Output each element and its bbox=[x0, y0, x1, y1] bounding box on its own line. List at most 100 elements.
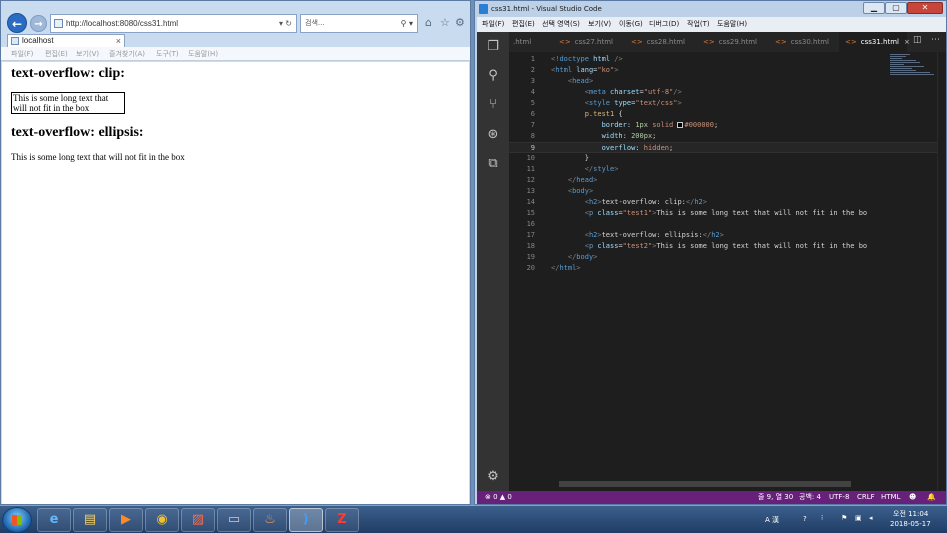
notification-bell-icon[interactable]: 🔔 bbox=[927, 491, 936, 504]
desktop: ← → http://localhost:8080/css31.html ▾ ↻… bbox=[0, 0, 947, 533]
network-icon[interactable]: ▣ bbox=[855, 514, 862, 522]
tab-localhost[interactable]: localhost × bbox=[7, 34, 125, 47]
tab-css27[interactable]: <> css27.html bbox=[551, 32, 623, 52]
internet-explorer-icon[interactable]: e bbox=[37, 508, 71, 532]
menu-file[interactable]: 파일(F) bbox=[11, 47, 33, 61]
paragraph-test2: This is some long text that will not fit… bbox=[11, 152, 185, 162]
code-line: 14 <h2>text-overflow: clip:</h2> bbox=[526, 198, 707, 206]
search-input[interactable]: 검색... ⚲ ▾ bbox=[300, 14, 418, 33]
system-tray: A 漢 ? ⁝ ⚑ ▣ ◂ 오전 11:04 2018-05-17 bbox=[765, 509, 945, 531]
page-content: text-overflow: clip: This is some long t… bbox=[2, 62, 469, 504]
code-line: 6 p.test1 { bbox=[530, 110, 623, 118]
heading-clip: text-overflow: clip: bbox=[11, 66, 125, 81]
address-url: http://localhost:8080/css31.html bbox=[66, 19, 179, 28]
menu-view[interactable]: 보기(V) bbox=[588, 17, 611, 32]
menu-favorites[interactable]: 즐겨찾기(A) bbox=[109, 47, 145, 61]
encoding-status[interactable]: UTF-8 bbox=[829, 491, 849, 504]
code-line: 10 } bbox=[526, 154, 589, 162]
clock-date[interactable]: 2018-05-17 bbox=[890, 520, 931, 528]
problems-indicator[interactable]: ⊗ 0 ▲ 0 bbox=[485, 491, 512, 504]
media-player-icon[interactable]: ▶ bbox=[109, 508, 143, 532]
editor-tab-bar: .html <> css27.html <> css28.html <> css29.… bbox=[509, 32, 946, 52]
explorer-files-icon[interactable]: ❐ bbox=[485, 39, 501, 55]
html-file-icon: <> bbox=[559, 38, 571, 46]
horizontal-scrollbar[interactable] bbox=[559, 481, 851, 487]
close-window-button[interactable]: ✕ bbox=[907, 2, 943, 14]
menu-file[interactable]: 파일(F) bbox=[482, 17, 504, 32]
html-file-icon: <> bbox=[631, 38, 643, 46]
tab-label: css30.html bbox=[790, 38, 829, 46]
menu-view[interactable]: 보기(V) bbox=[76, 47, 99, 61]
menu-tasks[interactable]: 작업(T) bbox=[687, 17, 710, 32]
forward-button[interactable]: → bbox=[30, 15, 47, 32]
more-actions-icon[interactable]: ⋯ bbox=[931, 35, 940, 45]
paint-app-icon[interactable]: ▨ bbox=[181, 508, 215, 532]
search-icon[interactable]: ⚲ ▾ bbox=[401, 15, 413, 32]
menu-help[interactable]: 도움말(H) bbox=[717, 17, 747, 32]
close-icon[interactable]: × bbox=[904, 38, 910, 46]
split-editor-icon[interactable]: ◫ bbox=[913, 35, 922, 45]
feedback-smiley-icon[interactable]: ☻ bbox=[909, 491, 916, 504]
menu-selection[interactable]: 선택 영역(S) bbox=[542, 17, 580, 32]
help-icon[interactable]: ? bbox=[803, 515, 807, 523]
tab-css29[interactable]: <> css29.html bbox=[695, 32, 767, 52]
heading-ellipsis: text-overflow: ellipsis: bbox=[11, 125, 144, 140]
extensions-icon[interactable]: ⧉ bbox=[485, 156, 501, 172]
menu-go[interactable]: 이동(G) bbox=[619, 17, 643, 32]
eol-status[interactable]: CRLF bbox=[857, 491, 875, 504]
close-icon[interactable]: × bbox=[116, 35, 121, 47]
cursor-position[interactable]: 줄 9, 열 30 bbox=[758, 491, 793, 504]
ime-indicator[interactable]: A 漢 bbox=[765, 515, 779, 525]
search-icon[interactable]: ⚲ bbox=[485, 68, 501, 84]
visual-studio-code-icon[interactable]: ⟩ bbox=[289, 508, 323, 532]
code-line: 15 <p class="test1">This is some long te… bbox=[526, 209, 868, 217]
tab-label: css29.html bbox=[718, 38, 757, 46]
start-button[interactable] bbox=[2, 507, 32, 533]
gear-icon[interactable]: ⚙ bbox=[455, 16, 465, 29]
page-icon bbox=[54, 19, 63, 28]
vscode-workbench: ❐ ⚲ ⑂ ⊛ ⧉ ⚙ .html <> css27.html <> css28.h… bbox=[477, 32, 946, 491]
debug-icon[interactable]: ⊛ bbox=[485, 127, 501, 143]
tab-css30[interactable]: <> css30.html bbox=[767, 32, 839, 52]
minimap[interactable] bbox=[890, 54, 936, 82]
chrome-icon[interactable]: ◉ bbox=[145, 508, 179, 532]
file-explorer-icon[interactable]: ▤ bbox=[73, 508, 107, 532]
gear-icon[interactable]: ⚙ bbox=[485, 469, 501, 485]
minimize-button[interactable]: ▁ bbox=[863, 2, 885, 14]
address-bar[interactable]: http://localhost:8080/css31.html ▾ ↻ bbox=[50, 14, 297, 33]
flag-icon[interactable]: ⚑ bbox=[841, 514, 847, 522]
code-editor[interactable]: 1 <!doctype html /> 2 <html lang="ko"> 3 <… bbox=[509, 52, 946, 491]
menu-edit[interactable]: 편집(E) bbox=[45, 47, 68, 61]
paragraph-test1: This is some long text that will not fit… bbox=[11, 92, 125, 114]
page-icon bbox=[11, 37, 19, 45]
clock-time[interactable]: 오전 11:04 bbox=[893, 509, 928, 519]
menu-debug[interactable]: 디버그(D) bbox=[649, 17, 679, 32]
ie-tab-row: localhost × bbox=[1, 34, 470, 47]
indentation-status[interactable]: 공백: 4 bbox=[799, 491, 821, 504]
volume-icon[interactable]: ◂ bbox=[869, 514, 873, 522]
tab-label: css31.html bbox=[860, 38, 899, 46]
tab-html[interactable]: .html bbox=[511, 32, 551, 52]
command-prompt-icon[interactable]: ▭ bbox=[217, 508, 251, 532]
back-button[interactable]: ← bbox=[7, 13, 27, 33]
color-swatch-icon[interactable] bbox=[677, 122, 684, 128]
vertical-scrollbar[interactable] bbox=[937, 52, 946, 491]
filezilla-icon[interactable]: Z bbox=[325, 508, 359, 532]
ie-menu-bar: 파일(F) 편집(E) 보기(V) 즐겨찾기(A) 도구(T) 도움말(H) bbox=[1, 47, 470, 61]
menu-help[interactable]: 도움말(H) bbox=[188, 47, 218, 61]
maximize-button[interactable]: ▢ bbox=[885, 2, 907, 14]
language-mode[interactable]: HTML bbox=[881, 491, 900, 504]
refresh-icon[interactable]: ▾ ↻ bbox=[279, 15, 292, 32]
menu-edit[interactable]: 편집(E) bbox=[512, 17, 535, 32]
tray-arrow-icon[interactable]: ⁝ bbox=[821, 514, 823, 522]
home-icon[interactable]: ⌂ bbox=[425, 16, 432, 29]
taskbar: e ▤ ▶ ◉ ▨ ▭ ♨ ⟩ Z A 漢 ? ⁝ ⚑ ▣ ◂ 오전 11:04… bbox=[0, 505, 947, 533]
tab-css28[interactable]: <> css28.html bbox=[623, 32, 695, 52]
tab-css31[interactable]: <> css31.html × bbox=[839, 32, 910, 52]
menu-tools[interactable]: 도구(T) bbox=[156, 47, 179, 61]
java-icon[interactable]: ♨ bbox=[253, 508, 287, 532]
vscode-title-bar: css31.html - Visual Studio Code ▁ ▢ ✕ bbox=[475, 1, 946, 17]
source-control-icon[interactable]: ⑂ bbox=[485, 97, 501, 113]
code-line-current: 9 overflow: hidden; bbox=[509, 142, 946, 153]
favorites-star-icon[interactable]: ☆ bbox=[440, 16, 450, 29]
